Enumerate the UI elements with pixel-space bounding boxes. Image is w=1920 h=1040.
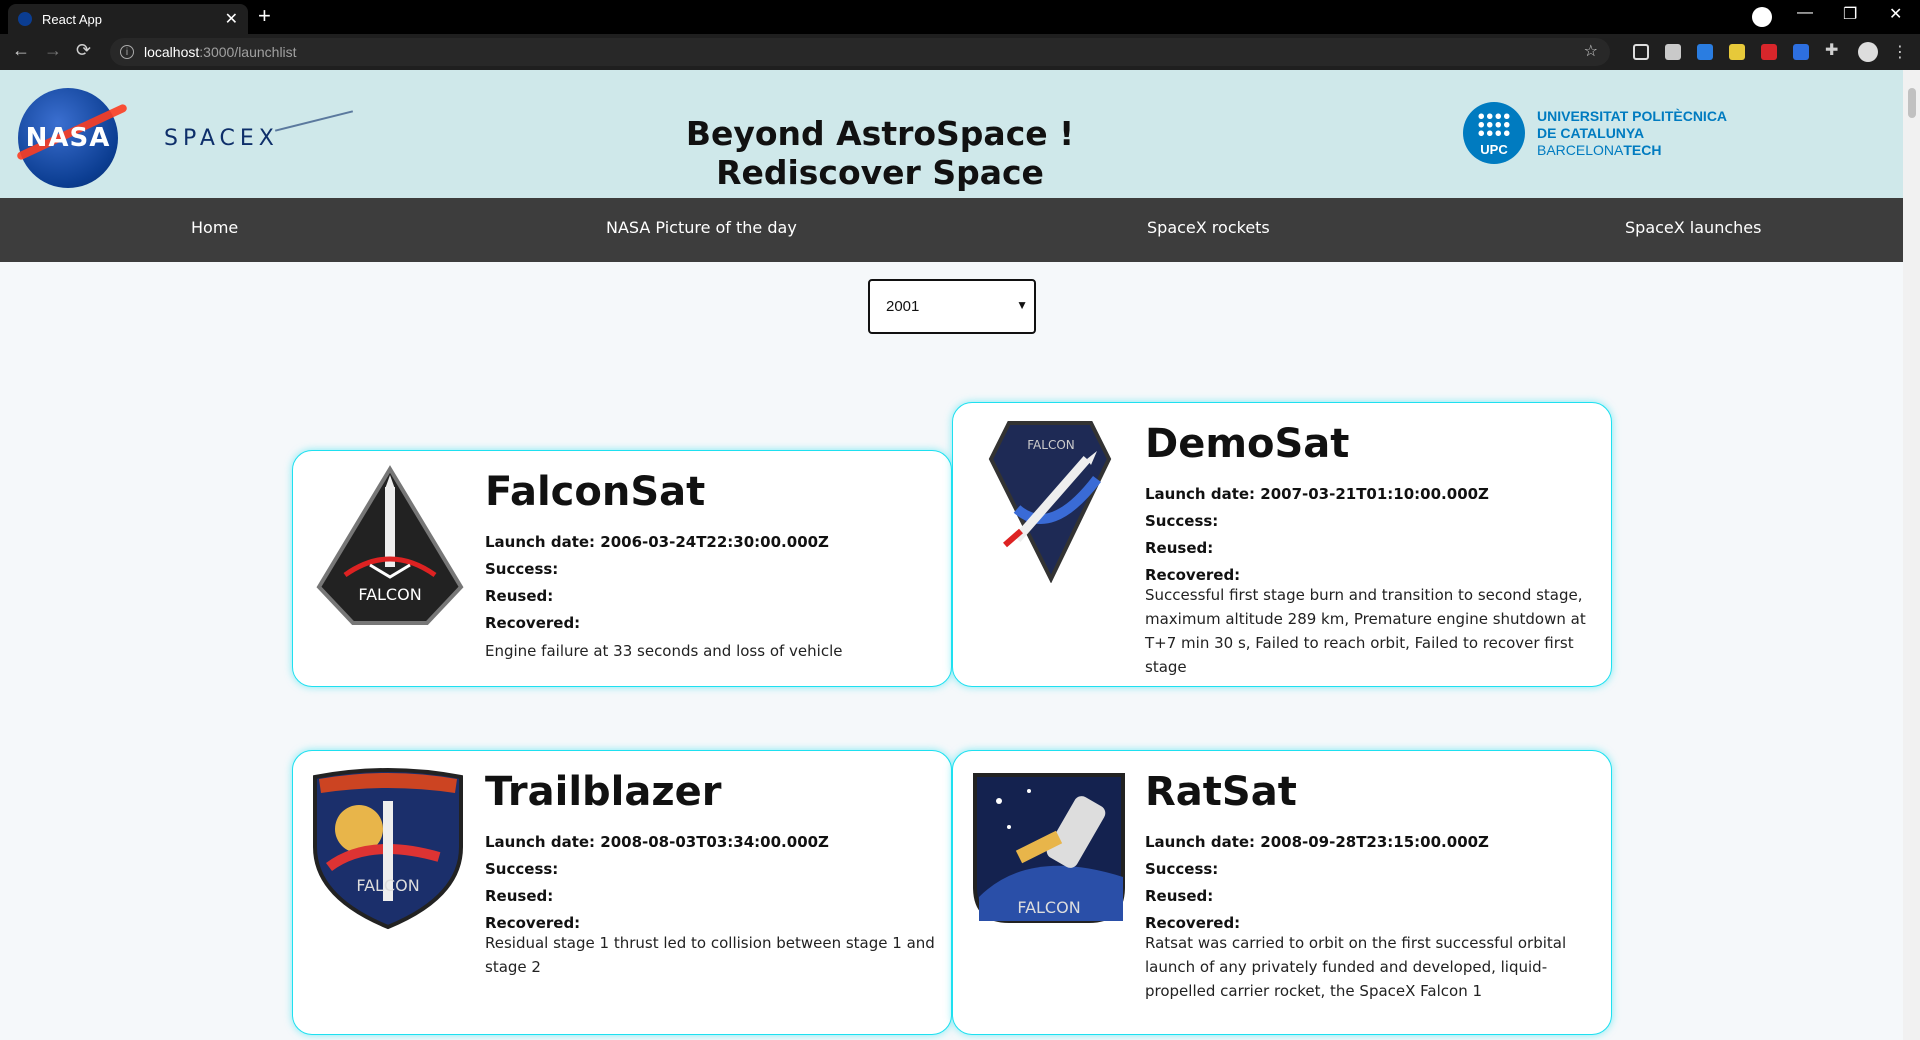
- launch-recovered: Recovered:: [1145, 914, 1241, 932]
- falconsat-mission-patch: FALCON: [316, 465, 464, 625]
- upc-logo: UPC UNIVERSITAT POLITÈCNICA DE CATALUNYA…: [1463, 102, 1727, 164]
- launch-date: Launch date: 2008-08-03T03:34:00.000Z: [485, 833, 829, 851]
- launch-date: Launch date: 2006-03-24T22:30:00.000Z: [485, 533, 829, 551]
- upc-line-2: DE CATALUNYA: [1537, 124, 1645, 141]
- url-host: localhost: [144, 44, 200, 60]
- upc-line-1: UNIVERSITAT POLITÈCNICA: [1537, 107, 1728, 124]
- address-bar[interactable]: i localhost:3000/launchlist ☆: [110, 38, 1610, 66]
- download-indicator-icon[interactable]: [1752, 7, 1772, 27]
- launch-reused: Reused:: [485, 887, 554, 905]
- browser-toolbar: ← → ⟳ i localhost:3000/launchlist ☆ ✚ ⋮: [0, 34, 1920, 70]
- launch-date: Launch date: 2007-03-21T01:10:00.000Z: [1145, 485, 1489, 503]
- launch-name: Trailblazer: [485, 769, 722, 815]
- site-info-icon[interactable]: i: [120, 45, 134, 59]
- main-nav: Home NASA Picture of the day SpaceX rock…: [0, 198, 1903, 262]
- svg-text:FALCON: FALCON: [356, 876, 419, 895]
- upc-line-3b: TECH: [1623, 141, 1662, 158]
- new-tab-icon[interactable]: +: [258, 3, 271, 29]
- launch-name: FalconSat: [485, 469, 706, 515]
- year-select-value: 2001: [886, 298, 920, 315]
- browser-menu-icon[interactable]: ⋮: [1892, 42, 1908, 62]
- launch-reused: Reused:: [485, 587, 554, 605]
- launch-success: Success:: [1145, 512, 1219, 530]
- launch-card: FALCON FalconSat Launch date: 2006-03-24…: [292, 450, 952, 687]
- extension-icon[interactable]: [1665, 44, 1681, 60]
- notion-extension-icon[interactable]: [1633, 44, 1649, 60]
- launch-card: FALCON DemoSat Launch date: 2007-03-21T0…: [952, 402, 1612, 687]
- extension-icon[interactable]: [1697, 44, 1713, 60]
- forward-icon[interactable]: →: [44, 40, 62, 61]
- minimize-icon[interactable]: —: [1797, 4, 1813, 22]
- launch-reused: Reused:: [1145, 539, 1214, 557]
- back-icon[interactable]: ←: [12, 40, 30, 61]
- nav-rockets-link[interactable]: SpaceX rockets: [1147, 218, 1270, 237]
- launch-recovered: Recovered:: [485, 914, 581, 932]
- launch-name: RatSat: [1145, 769, 1297, 815]
- page-title: Beyond AstroSpace ! Rediscover Space: [685, 114, 1075, 192]
- launch-date: Launch date: 2008-09-28T23:15:00.000Z: [1145, 833, 1489, 851]
- nav-apod-link[interactable]: NASA Picture of the day: [606, 218, 797, 237]
- spacex-logo: SPACEX: [164, 126, 279, 151]
- browser-tabbar: React App ✕ + — ❐ ✕: [0, 0, 1920, 34]
- chevron-down-icon: ▼: [1016, 298, 1028, 312]
- browser-tab[interactable]: React App ✕: [8, 4, 248, 34]
- nav-home-link[interactable]: Home: [191, 218, 238, 237]
- site-header: NASA SPACEX Beyond AstroSpace ! Rediscov…: [0, 70, 1903, 198]
- launch-card: FALCON RatSat Launch date: 2008-09-28T23…: [952, 750, 1612, 1035]
- close-window-icon[interactable]: ✕: [1889, 4, 1902, 24]
- extension-icon[interactable]: [1761, 44, 1777, 60]
- nasa-logo: NASA: [18, 88, 118, 188]
- svg-text:FALCON: FALCON: [358, 585, 421, 604]
- launch-recovered: Recovered:: [485, 614, 581, 632]
- reload-icon[interactable]: ⟳: [76, 40, 91, 61]
- tab-title: React App: [42, 11, 102, 27]
- svg-text:FALCON: FALCON: [1027, 438, 1075, 452]
- launch-details: Residual stage 1 thrust led to collision…: [485, 934, 935, 976]
- launch-card: FALCON Trailblazer Launch date: 2008-08-…: [292, 750, 952, 1035]
- launch-name: DemoSat: [1145, 421, 1350, 467]
- launch-success: Success:: [485, 860, 559, 878]
- profile-avatar[interactable]: [1858, 42, 1878, 62]
- close-tab-icon[interactable]: ✕: [225, 9, 238, 29]
- launch-recovered: Recovered:: [1145, 566, 1241, 584]
- url-path: :3000/launchlist: [199, 44, 297, 60]
- extension-icon[interactable]: [1729, 44, 1745, 60]
- year-select[interactable]: 2001 ▼: [868, 279, 1036, 334]
- launch-success: Success:: [1145, 860, 1219, 878]
- restore-icon[interactable]: ❐: [1843, 4, 1857, 24]
- upc-line-3a: BARCELONA: [1537, 141, 1624, 158]
- svg-text:FALCON: FALCON: [1017, 898, 1080, 917]
- ratsat-mission-patch: FALCON: [973, 773, 1125, 923]
- nav-launches-link[interactable]: SpaceX launches: [1625, 218, 1761, 237]
- scrollbar-thumb[interactable]: [1908, 88, 1916, 118]
- demosat-mission-patch: FALCON: [988, 421, 1112, 583]
- launch-details: Successful first stage burn and transiti…: [1145, 586, 1586, 676]
- upc-emblem-icon: UPC: [1463, 102, 1525, 164]
- launch-reused: Reused:: [1145, 887, 1214, 905]
- extensions-puzzle-icon[interactable]: ✚: [1825, 40, 1841, 59]
- launch-details: Ratsat was carried to orbit on the first…: [1145, 934, 1567, 1000]
- page-scrollbar[interactable]: [1903, 70, 1920, 1040]
- launch-success: Success:: [485, 560, 559, 578]
- launch-details: Engine failure at 33 seconds and loss of…: [485, 642, 843, 660]
- extension-icon[interactable]: [1793, 44, 1809, 60]
- bookmark-star-icon[interactable]: ☆: [1584, 41, 1598, 61]
- nasa-favicon-icon: [18, 12, 32, 26]
- trailblazer-mission-patch: FALCON: [313, 768, 463, 930]
